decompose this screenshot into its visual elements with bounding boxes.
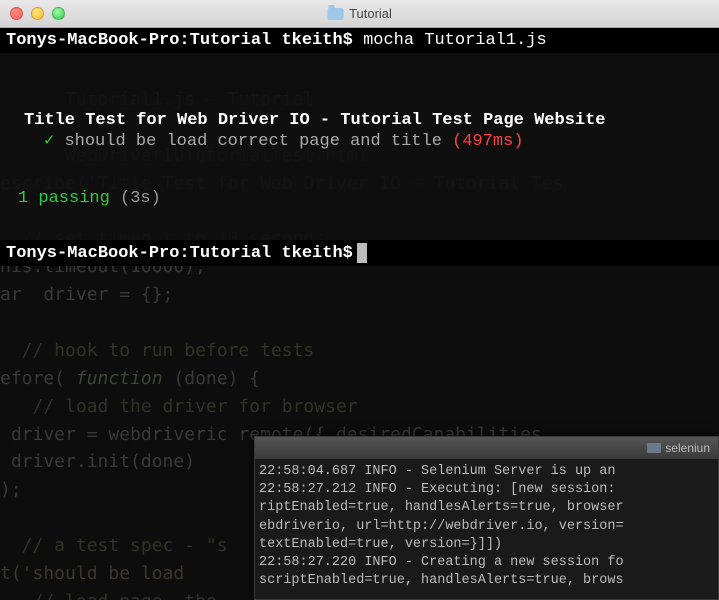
window-title: Tutorial	[327, 6, 392, 21]
checkmark-icon: ✓	[44, 132, 54, 151]
terminal-prompt-idle[interactable]: Tonys-MacBook-Pro:Tutorial tkeith$	[0, 240, 719, 266]
window-titlebar[interactable]: Tutorial	[0, 0, 719, 28]
cursor-icon	[357, 243, 367, 263]
folder-icon	[327, 8, 343, 20]
selenium-log-output: 22:58:04.687 INFO - Selenium Server is u…	[255, 459, 718, 599]
test-duration: (497ms)	[452, 132, 523, 151]
test-suite-title: Title Test for Web Driver IO - Tutorial …	[6, 111, 713, 130]
terminal-prompt-line: Tonys-MacBook-Pro:Tutorial tkeith$ mocha…	[0, 28, 719, 53]
mocha-output: Title Test for Web Driver IO - Tutorial …	[0, 97, 719, 157]
test-result-line: ✓ should be load correct page and title …	[6, 130, 713, 151]
selenium-titlebar[interactable]: seleniun	[255, 437, 718, 459]
close-icon[interactable]	[10, 7, 23, 20]
prompt-command: mocha Tutorial1.js	[363, 31, 547, 50]
folder-icon	[647, 443, 661, 453]
selenium-window-title: seleniun	[665, 441, 710, 455]
total-time: (3s)	[120, 189, 161, 208]
selenium-log-window[interactable]: seleniun 22:58:04.687 INFO - Selenium Se…	[254, 436, 719, 600]
minimize-icon[interactable]	[31, 7, 44, 20]
prompt-host: Tonys-MacBook-Pro:Tutorial tkeith$	[6, 31, 353, 50]
prompt-host: Tonys-MacBook-Pro:Tutorial tkeith$	[6, 244, 353, 263]
traffic-lights	[10, 7, 65, 20]
mocha-summary: 1 passing (3s)	[0, 185, 719, 212]
terminal-area[interactable]: Tutorial1.js — Tutorial WebDriverIOTutor…	[0, 28, 719, 600]
passing-count: 1 passing	[18, 189, 110, 208]
window-title-text: Tutorial	[349, 6, 392, 21]
test-spec-name: should be load correct page and title	[64, 132, 441, 151]
zoom-icon[interactable]	[52, 7, 65, 20]
